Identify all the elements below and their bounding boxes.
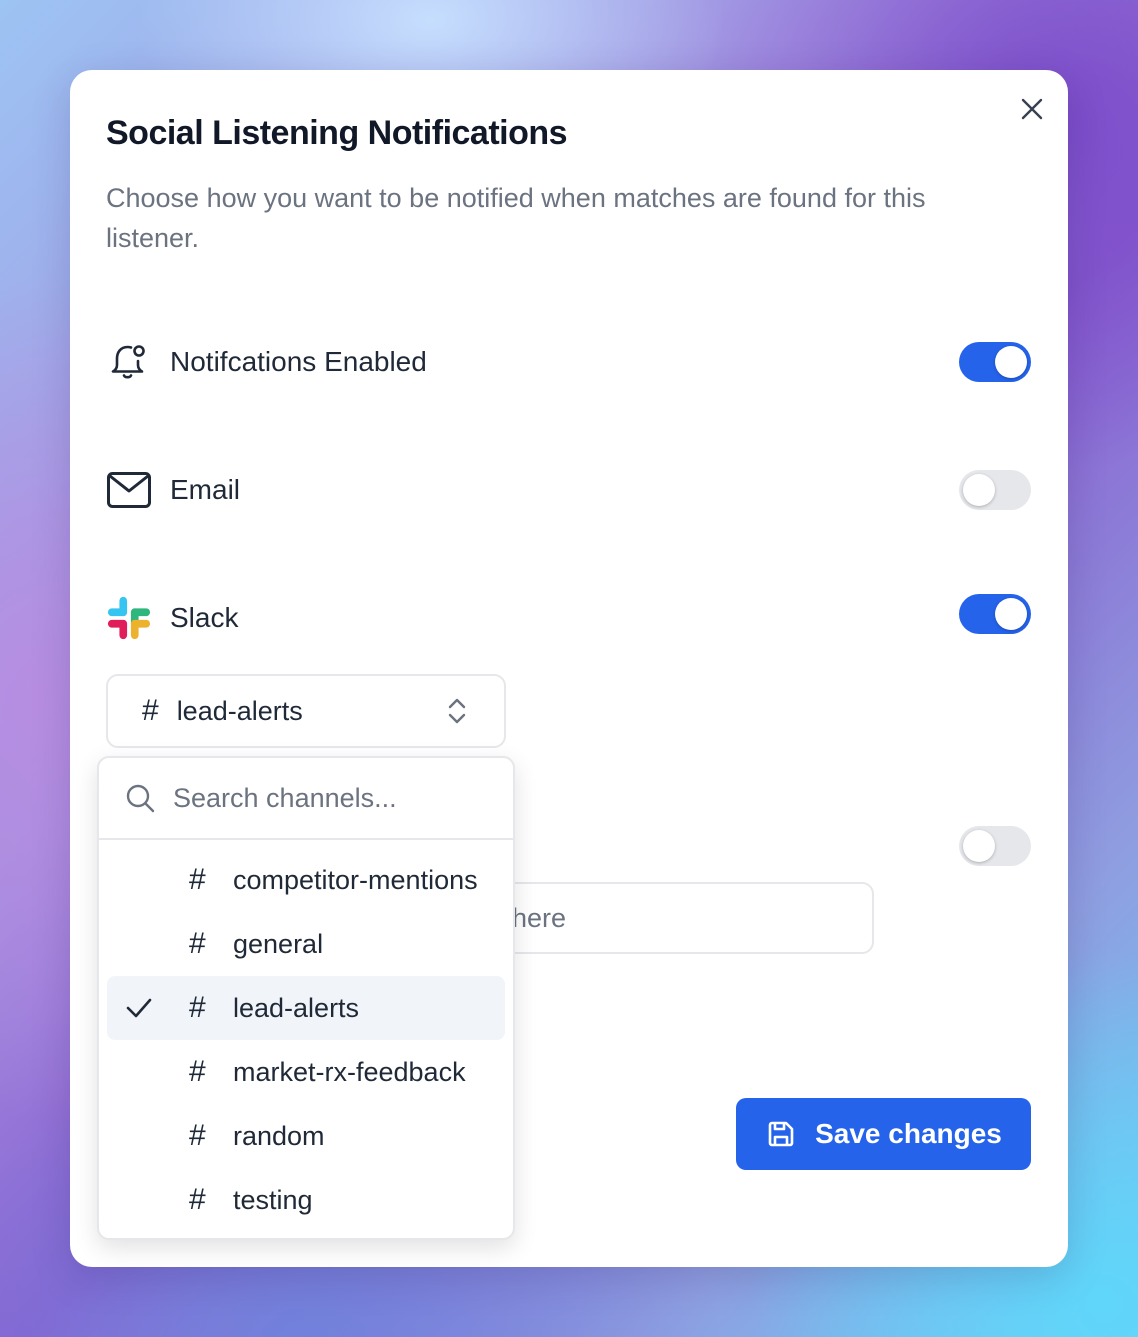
close-icon <box>1021 98 1043 120</box>
save-changes-button[interactable]: Save changes <box>736 1098 1031 1170</box>
channel-option[interactable]: # competitor-mentions <box>107 848 505 912</box>
notifications-enabled-toggle[interactable] <box>959 342 1031 382</box>
selected-channel: lead-alerts <box>176 695 303 726</box>
save-icon <box>768 1121 794 1147</box>
slack-toggle[interactable] <box>959 594 1031 634</box>
channel-option-label: market-rx-feedback <box>233 1056 466 1087</box>
channel-option[interactable]: # testing <box>107 1168 505 1232</box>
hash-icon: # <box>189 1055 206 1088</box>
notifications-enabled-row: Notifcations Enabled <box>106 338 427 386</box>
hash-icon: # <box>189 1183 206 1216</box>
bell-icon <box>106 339 152 385</box>
channel-option[interactable]: # market-rx-feedback <box>107 1040 505 1104</box>
channel-option-label: testing <box>233 1184 313 1215</box>
channel-option[interactable]: # random <box>107 1104 505 1168</box>
modal-description: Choose how you want to be notified when … <box>106 183 926 253</box>
hash-icon: # <box>189 1119 206 1152</box>
toggle-knob <box>995 598 1027 630</box>
notifications-enabled-label: Notifcations Enabled <box>170 346 427 377</box>
channel-option-label: general <box>233 928 324 959</box>
partially-hidden-input[interactable]: here <box>470 882 874 954</box>
channel-search-input[interactable] <box>171 781 475 815</box>
channel-list: # competitor-mentions # general # lead-a… <box>99 840 513 1238</box>
mail-icon <box>106 467 152 513</box>
slack-channel-select[interactable]: # lead-alerts <box>106 674 506 748</box>
save-changes-label: Save changes <box>815 1118 1002 1149</box>
search-icon <box>126 784 155 813</box>
channel-option-label: competitor-mentions <box>233 864 478 895</box>
partially-hidden-input-text: here <box>512 902 567 933</box>
chevron-up-down-icon <box>448 698 466 724</box>
additional-channel-toggle[interactable] <box>959 826 1031 866</box>
channel-search <box>99 758 513 840</box>
modal-title: Social Listening Notifications <box>106 114 568 152</box>
hash-icon: # <box>189 991 206 1024</box>
channel-option-label: random <box>233 1120 325 1151</box>
hash-icon: # <box>189 863 206 896</box>
slack-logo <box>106 595 152 641</box>
channel-dropdown: # competitor-mentions # general # lead-a… <box>97 756 515 1240</box>
email-row: Email <box>106 466 240 514</box>
channel-option-selected[interactable]: # lead-alerts <box>107 976 505 1040</box>
email-label: Email <box>170 474 241 505</box>
email-toggle[interactable] <box>959 470 1031 510</box>
channel-option[interactable]: # general <box>107 912 505 976</box>
check-icon <box>126 998 152 1018</box>
slack-row: Slack <box>106 594 238 642</box>
hash-icon: # <box>142 694 159 727</box>
channel-option-label: lead-alerts <box>233 992 360 1023</box>
toggle-knob <box>963 830 995 862</box>
hash-icon: # <box>189 927 206 960</box>
notifications-modal: Social Listening Notifications Choose ho… <box>70 70 1068 1267</box>
toggle-knob <box>995 346 1027 378</box>
toggle-knob <box>963 474 995 506</box>
close-button[interactable] <box>1015 92 1049 126</box>
slack-label: Slack <box>170 602 239 633</box>
